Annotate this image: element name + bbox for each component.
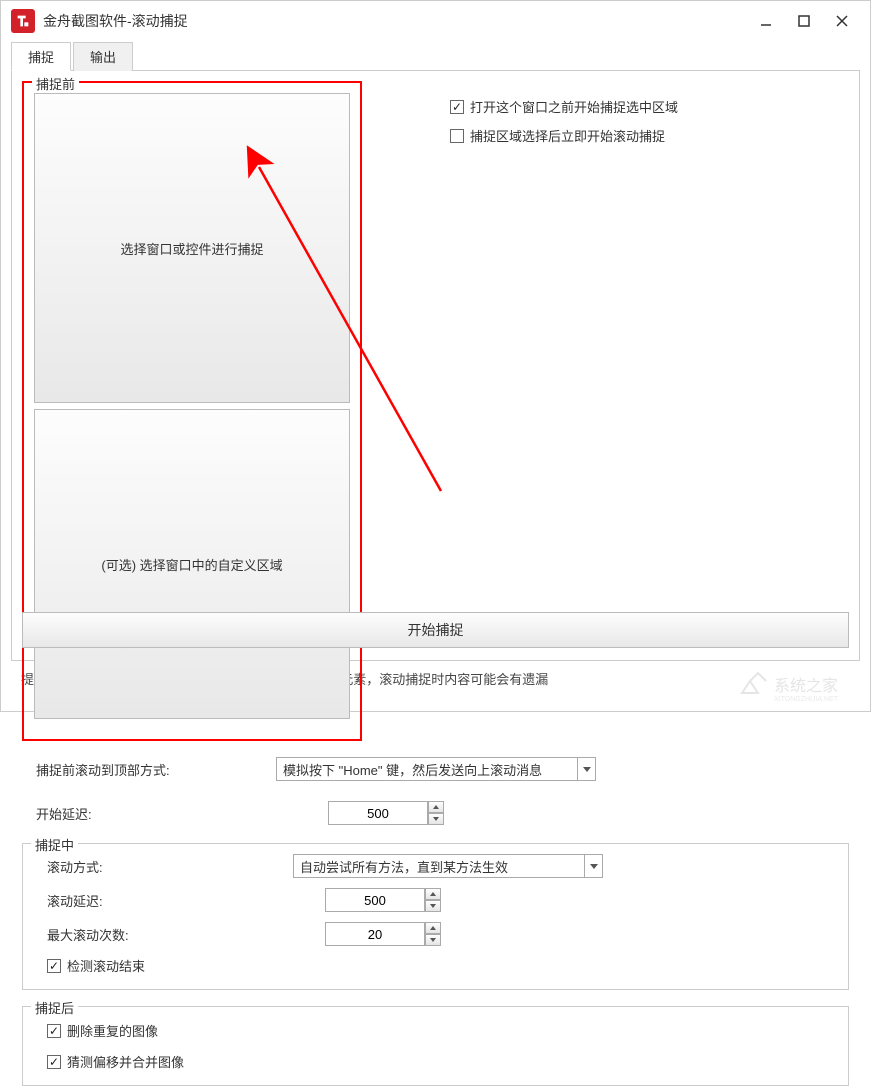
- app-window: 金舟截图软件-滚动捕捉 捕捉 输出 捕捉前 选择窗口或控件进行捕捉 (可选) 选…: [0, 0, 871, 712]
- checkbox-icon: [47, 1055, 61, 1069]
- scroll-method-label: 滚动方式:: [33, 857, 173, 876]
- close-button[interactable]: [832, 11, 852, 31]
- scroll-top-select[interactable]: 模拟按下 "Home" 键，然后发送向上滚动消息: [276, 757, 596, 781]
- post-legend: 捕捉后: [31, 998, 78, 1017]
- start-delay-input[interactable]: [328, 801, 428, 825]
- chk-start-scroll[interactable]: 捕捉区域选择后立即开始滚动捕捉: [450, 126, 678, 145]
- pre-legend: 捕捉前: [32, 74, 79, 93]
- chk-detect-end[interactable]: 检测滚动结束: [33, 956, 838, 975]
- scroll-top-label: 捕捉前滚动到顶部方式:: [36, 760, 176, 779]
- scroll-delay-input[interactable]: [325, 888, 425, 912]
- scroll-method-select[interactable]: 自动尝试所有方法，直到某方法生效: [293, 854, 603, 878]
- max-scroll-label: 最大滚动次数:: [33, 925, 173, 944]
- start-delay-up[interactable]: [428, 801, 444, 813]
- window-title: 金舟截图软件-滚动捕捉: [43, 11, 756, 31]
- minimize-button[interactable]: [756, 11, 776, 31]
- chk-start-scroll-label: 捕捉区域选择后立即开始滚动捕捉: [470, 126, 665, 145]
- max-scroll-down[interactable]: [425, 934, 441, 946]
- scroll-top-value: 模拟按下 "Home" 键，然后发送向上滚动消息: [283, 760, 542, 779]
- app-icon: [11, 9, 35, 33]
- start-delay-down[interactable]: [428, 813, 444, 825]
- chevron-down-icon: [577, 758, 595, 780]
- during-legend: 捕捉中: [31, 835, 78, 854]
- scroll-delay-down[interactable]: [425, 900, 441, 912]
- chk-remove-dup[interactable]: 删除重复的图像: [33, 1021, 838, 1040]
- chk-detect-end-label: 检测滚动结束: [67, 956, 145, 975]
- start-capture-button[interactable]: 开始捕捉: [22, 612, 849, 648]
- checkbox-icon: [47, 959, 61, 973]
- chk-guess-merge-label: 猜测偏移并合并图像: [67, 1052, 184, 1071]
- checkbox-icon: [47, 1024, 61, 1038]
- chk-open-start[interactable]: 打开这个窗口之前开始捕捉选中区域: [450, 97, 678, 116]
- max-scroll-up[interactable]: [425, 922, 441, 934]
- max-scroll-input[interactable]: [325, 922, 425, 946]
- chevron-down-icon: [584, 855, 602, 877]
- tab-bar: 捕捉 输出: [11, 41, 860, 71]
- chk-open-start-label: 打开这个窗口之前开始捕捉选中区域: [470, 97, 678, 116]
- chk-guess-merge[interactable]: 猜测偏移并合并图像: [33, 1052, 838, 1071]
- capture-panel: 捕捉前 选择窗口或控件进行捕捉 (可选) 选择窗口中的自定义区域 打开这个窗口之…: [11, 71, 860, 661]
- during-capture-group: 捕捉中 滚动方式: 自动尝试所有方法，直到某方法生效 滚动延迟:: [22, 843, 849, 990]
- scroll-delay-label: 滚动延迟:: [33, 891, 173, 910]
- checkbox-icon: [450, 100, 464, 114]
- titlebar: 金舟截图软件-滚动捕捉: [1, 1, 870, 41]
- select-window-button[interactable]: 选择窗口或控件进行捕捉: [34, 93, 350, 403]
- tab-capture[interactable]: 捕捉: [11, 42, 71, 71]
- tab-output[interactable]: 输出: [73, 42, 133, 71]
- scroll-method-value: 自动尝试所有方法，直到某方法生效: [300, 857, 508, 876]
- scroll-delay-up[interactable]: [425, 888, 441, 900]
- select-region-button[interactable]: (可选) 选择窗口中的自定义区域: [34, 409, 350, 719]
- post-capture-group: 捕捉后 删除重复的图像 猜测偏移并合并图像: [22, 1006, 849, 1086]
- chk-remove-dup-label: 删除重复的图像: [67, 1021, 158, 1040]
- checkbox-icon: [450, 129, 464, 143]
- maximize-button[interactable]: [794, 11, 814, 31]
- start-delay-label: 开始延迟:: [36, 804, 176, 823]
